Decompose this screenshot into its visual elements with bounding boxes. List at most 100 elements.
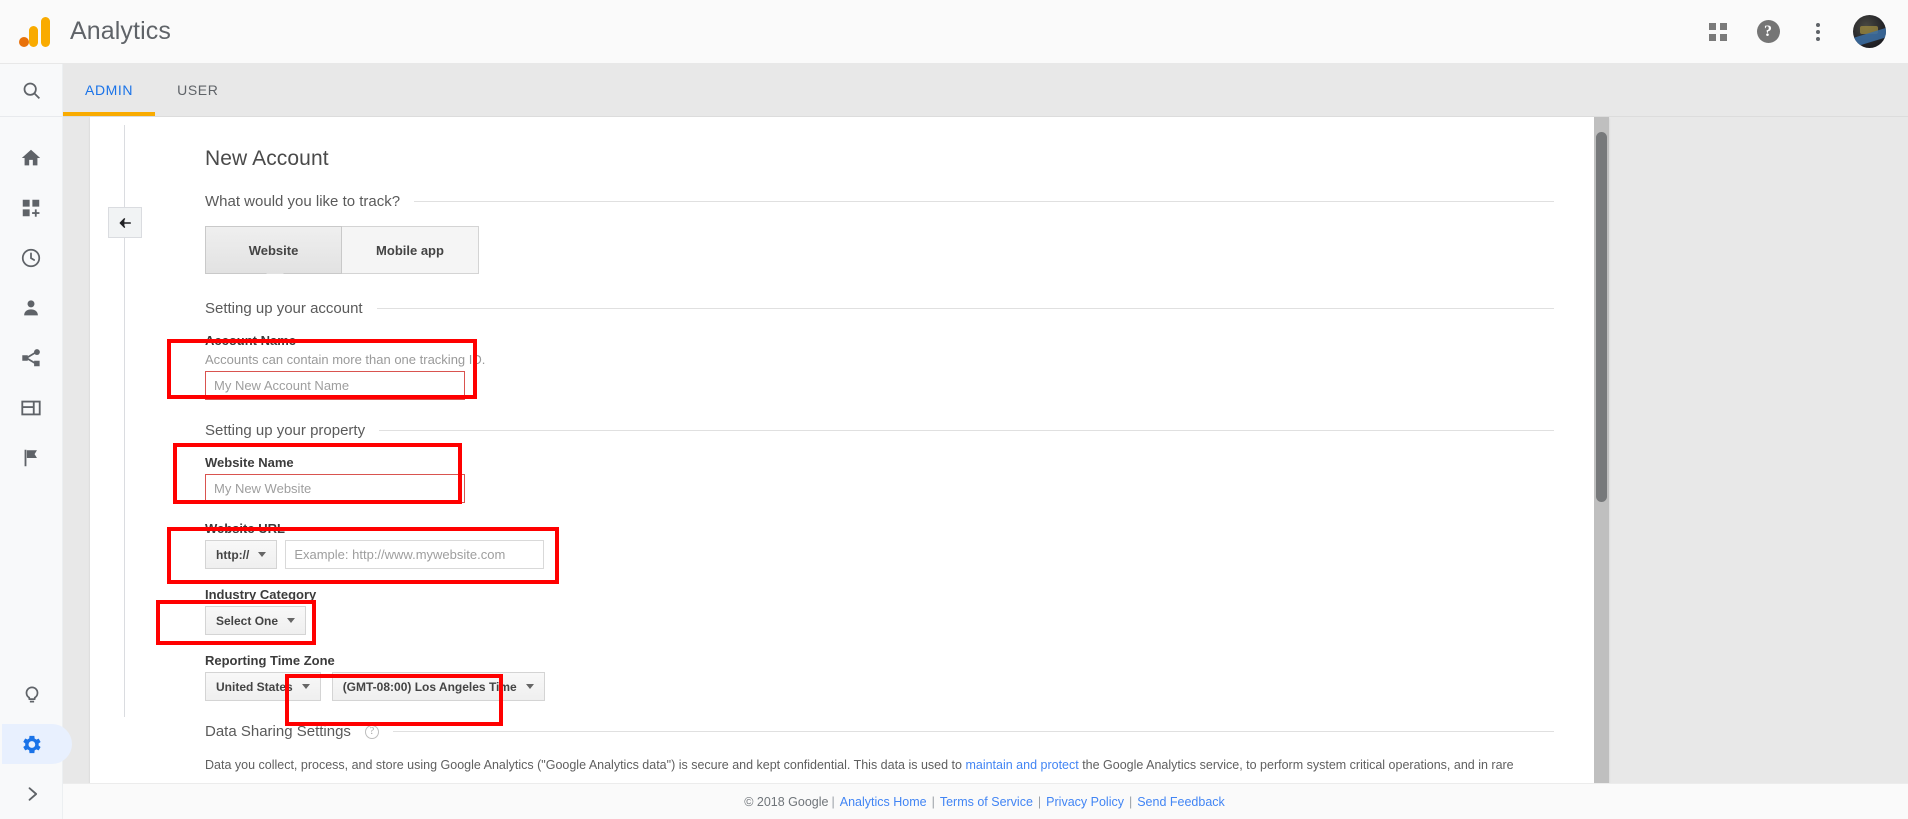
google-analytics-logo xyxy=(18,16,52,47)
website-name-input[interactable] xyxy=(205,474,465,503)
protocol-dropdown-value: http:// xyxy=(216,547,250,562)
chevron-down-icon xyxy=(258,552,267,557)
divider-rule xyxy=(392,731,1554,732)
track-type-toggle: Website Mobile app xyxy=(205,226,479,283)
chevron-down-icon xyxy=(525,684,534,689)
admin-gear-icon xyxy=(23,735,41,753)
avatar[interactable] xyxy=(1853,15,1886,48)
time-zone-country-value: United States xyxy=(216,679,293,694)
toggle-website[interactable]: Website xyxy=(205,226,342,274)
account-name-input[interactable] xyxy=(205,371,465,400)
sidebar-item-audience[interactable] xyxy=(0,283,62,333)
arrow-left-icon xyxy=(119,217,132,228)
account-name-label: Account Name xyxy=(205,333,297,348)
tab-user[interactable]: USER xyxy=(155,64,240,116)
nav-items xyxy=(0,117,62,483)
new-account-card: New Account What would you like to track… xyxy=(90,117,1609,794)
footer-separator: | xyxy=(1037,794,1042,809)
time-zone-label: Reporting Time Zone xyxy=(205,653,335,668)
website-url-label: Website URL xyxy=(205,521,285,536)
home-icon xyxy=(21,149,41,166)
chevron-right-icon xyxy=(28,787,37,801)
sidebar-item-home[interactable] xyxy=(0,133,62,183)
sidebar-item-admin[interactable] xyxy=(0,719,72,769)
divider-rule xyxy=(379,430,1554,431)
toggle-mobile-app-label: Mobile app xyxy=(376,242,444,258)
account-section-header: Setting up your account xyxy=(205,300,1554,317)
footer-link-terms-of-service[interactable]: Terms of Service xyxy=(940,795,1033,809)
industry-category-label: Industry Category xyxy=(205,587,317,602)
realtime-clock-icon xyxy=(21,248,41,268)
maintain-and-protect-link[interactable]: maintain and protect xyxy=(965,758,1078,772)
page-footer: © 2018 Google | Analytics Home | Terms o… xyxy=(63,783,1908,819)
toggle-website-label: Website xyxy=(248,242,299,258)
divider-rule xyxy=(414,201,1554,202)
track-section-label: What would you like to track? xyxy=(205,193,401,210)
time-zone-field-group: Reporting Time Zone United States (GMT-0… xyxy=(205,653,1554,701)
data-sharing-label: Data Sharing Settings xyxy=(205,723,351,740)
sidebar-item-expand[interactable] xyxy=(0,769,63,819)
behavior-window-icon xyxy=(21,400,41,416)
protocol-dropdown[interactable]: http:// xyxy=(205,540,278,569)
footer-link-analytics-home[interactable]: Analytics Home xyxy=(840,795,927,809)
vertical-scrollbar[interactable] xyxy=(1594,117,1609,794)
page-title: Analytics xyxy=(70,17,171,45)
industry-category-dropdown[interactable]: Select One xyxy=(205,606,307,635)
sidebar-item-conversions[interactable] xyxy=(0,433,62,483)
search-icon[interactable] xyxy=(0,64,62,117)
tab-user-label: USER xyxy=(177,82,219,98)
account-name-field-group: Account Name Accounts can contain more t… xyxy=(205,333,1554,400)
time-zone-dropdown[interactable]: (GMT-08:00) Los Angeles Time xyxy=(331,672,545,701)
more-vert-icon[interactable] xyxy=(1795,9,1841,55)
data-sharing-section-header: Data Sharing Settings ? xyxy=(205,723,1554,740)
discover-bulb-icon xyxy=(25,686,38,703)
account-name-hint: Accounts can contain more than one track… xyxy=(205,352,486,367)
property-section-header: Setting up your property xyxy=(205,422,1554,439)
audience-person-icon xyxy=(24,300,38,316)
data-sharing-text-part1: Data you collect, process, and store usi… xyxy=(205,758,966,772)
website-name-label: Website Name xyxy=(205,455,294,470)
tab-admin[interactable]: ADMIN xyxy=(63,64,156,116)
tab-admin-label: ADMIN xyxy=(85,82,134,98)
apps-grid-icon[interactable] xyxy=(1695,9,1741,55)
footer-separator: | xyxy=(1128,794,1133,809)
new-account-form: New Account What would you like to track… xyxy=(90,117,1594,775)
footer-separator: | xyxy=(931,794,935,809)
account-section-label: Setting up your account xyxy=(205,300,363,317)
scrollbar-thumb[interactable] xyxy=(1596,132,1607,502)
track-section-header: What would you like to track? xyxy=(205,193,1554,210)
top-header-bar: Analytics ? xyxy=(0,0,1908,64)
header-actions: ? xyxy=(1695,9,1886,55)
workspace: New Account What would you like to track… xyxy=(63,117,1908,819)
sidebar-item-customization[interactable] xyxy=(0,183,62,233)
sidebar-item-discover[interactable] xyxy=(0,669,63,719)
chevron-down-icon xyxy=(301,684,310,689)
left-nav-rail xyxy=(0,64,72,819)
help-circle-icon[interactable]: ? xyxy=(364,724,379,739)
chevron-down-icon xyxy=(287,618,296,623)
industry-category-value: Select One xyxy=(216,613,279,628)
selected-notch-inner xyxy=(266,274,284,283)
help-icon[interactable]: ? xyxy=(1745,9,1791,55)
industry-category-field-group: Industry Category Select One xyxy=(205,587,1554,635)
customization-icon xyxy=(22,199,40,217)
footer-link-privacy-policy[interactable]: Privacy Policy xyxy=(1046,795,1124,809)
website-url-input[interactable] xyxy=(285,540,545,569)
nav-bottom-items xyxy=(0,669,72,819)
collapse-panel-button[interactable] xyxy=(108,207,142,238)
divider-rule xyxy=(376,308,1554,309)
conversions-flag-icon xyxy=(24,449,37,467)
time-zone-country-dropdown[interactable]: United States xyxy=(205,672,321,701)
acquisition-share-icon xyxy=(22,349,40,367)
sidebar-item-acquisition[interactable] xyxy=(0,333,62,383)
sidebar-item-realtime[interactable] xyxy=(0,233,62,283)
time-zone-value: (GMT-08:00) Los Angeles Time xyxy=(342,679,517,694)
data-sharing-text-part2: the Google Analytics service, to perform… xyxy=(1078,758,1514,772)
admin-user-tabs: ADMIN USER xyxy=(63,64,1908,117)
footer-link-send-feedback[interactable]: Send Feedback xyxy=(1137,795,1225,809)
website-url-field-group: Website URL http:// xyxy=(205,521,1554,569)
sidebar-item-behavior[interactable] xyxy=(0,383,62,433)
toggle-mobile-app[interactable]: Mobile app xyxy=(342,226,479,274)
data-sharing-paragraph: Data you collect, process, and store usi… xyxy=(205,756,1545,775)
help-icon-glyph: ? xyxy=(1756,20,1780,43)
